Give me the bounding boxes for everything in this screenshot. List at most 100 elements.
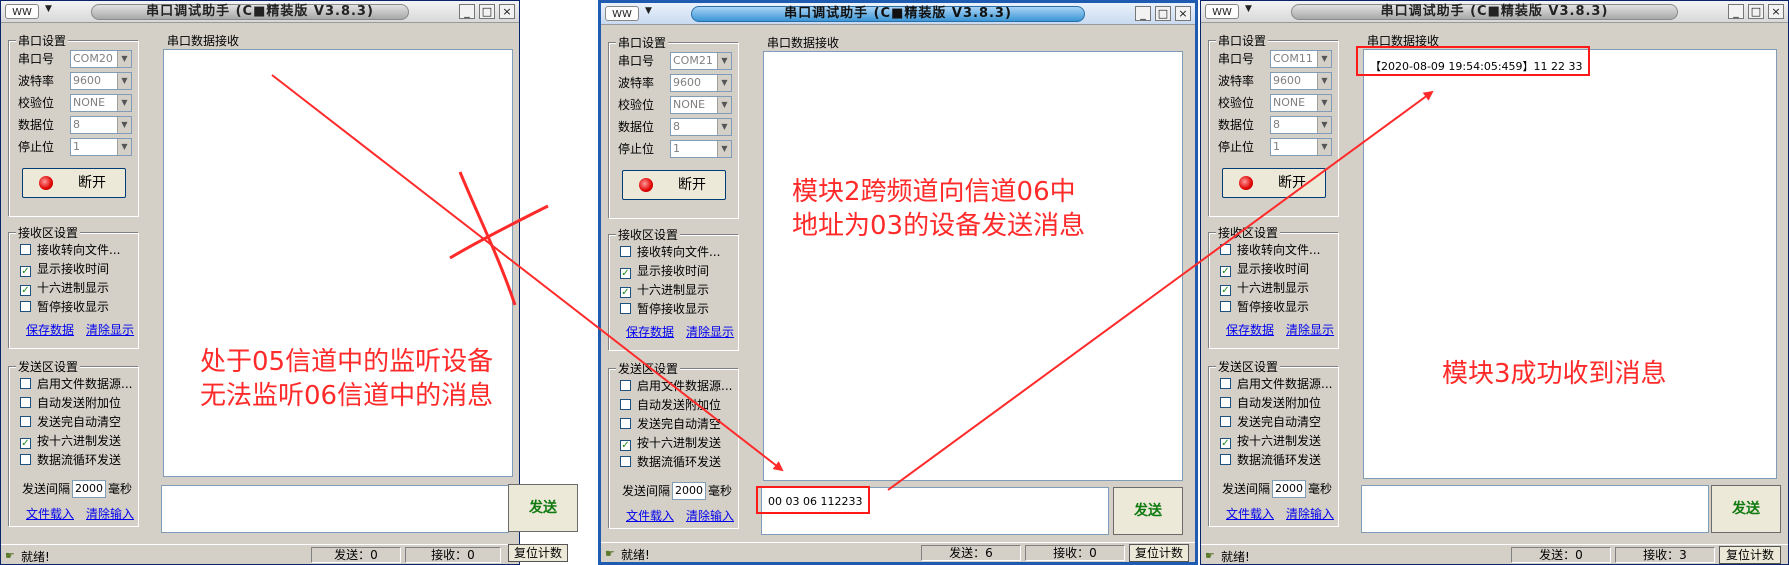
chevron-down-icon[interactable]: ▼ xyxy=(717,75,731,91)
disconnect-button[interactable]: 断开 xyxy=(622,170,726,200)
hex-display-checkbox[interactable]: ✓ 十六进制显示 xyxy=(20,280,109,296)
port-select[interactable]: COM11 ▼ xyxy=(1270,50,1332,68)
chevron-down-icon[interactable]: ▼ xyxy=(117,95,131,111)
auto-clear-checkbox[interactable]: 发送完自动清空 xyxy=(1220,414,1321,430)
clear-display-link[interactable]: 清除显示 xyxy=(86,322,134,338)
maximize-button[interactable]: □ xyxy=(1748,4,1764,19)
stopbits-select[interactable]: 1 ▼ xyxy=(70,138,132,156)
file-source-checkbox[interactable]: 启用文件数据源... xyxy=(620,378,732,394)
file-source-checkbox[interactable]: 启用文件数据源... xyxy=(20,376,132,392)
checkmark-icon[interactable]: ✓ xyxy=(1220,266,1231,277)
chevron-down-icon[interactable]: ▼ xyxy=(1317,51,1331,67)
clear-input-link[interactable]: 清除输入 xyxy=(1286,506,1334,522)
baud-select[interactable]: 9600 ▼ xyxy=(70,72,132,90)
auto-append-checkbox[interactable]: 自动发送附加位 xyxy=(20,395,121,411)
checkbox-box[interactable] xyxy=(1220,378,1231,389)
save-data-link[interactable]: 保存数据 xyxy=(1226,322,1274,338)
loop-send-checkbox[interactable]: 数据流循环发送 xyxy=(620,454,721,470)
save-data-link[interactable]: 保存数据 xyxy=(626,324,674,340)
chevron-down-icon[interactable]: ▼ xyxy=(717,141,731,157)
interval-input[interactable]: 2000 xyxy=(1272,480,1307,498)
port-select[interactable]: COM20 ▼ xyxy=(70,50,132,68)
auto-append-checkbox[interactable]: 自动发送附加位 xyxy=(1220,395,1321,411)
databits-select[interactable]: 8 ▼ xyxy=(70,116,132,134)
interval-input[interactable]: 2000 xyxy=(672,482,707,500)
chevron-down-icon[interactable]: ▼ xyxy=(717,53,731,69)
show-time-checkbox[interactable]: ✓ 显示接收时间 xyxy=(620,263,709,279)
checkmark-icon[interactable]: ✓ xyxy=(620,440,631,451)
checkbox-box[interactable] xyxy=(620,380,631,391)
show-time-checkbox[interactable]: ✓ 显示接收时间 xyxy=(20,261,109,277)
checkbox-box[interactable] xyxy=(20,397,31,408)
hex-display-checkbox[interactable]: ✓ 十六进制显示 xyxy=(1220,280,1309,296)
databits-select[interactable]: 8 ▼ xyxy=(670,118,732,136)
chevron-down-icon[interactable]: ▼ xyxy=(717,97,731,113)
auto-append-checkbox[interactable]: 自动发送附加位 xyxy=(620,397,721,413)
close-button[interactable]: × xyxy=(499,4,515,19)
chevron-down-icon[interactable]: ▼ xyxy=(117,73,131,89)
auto-clear-checkbox[interactable]: 发送完自动清空 xyxy=(20,414,121,430)
minimize-button[interactable]: _ xyxy=(1135,6,1151,21)
close-button[interactable]: × xyxy=(1175,6,1191,21)
hex-send-checkbox[interactable]: ✓ 按十六进制发送 xyxy=(20,433,121,449)
close-button[interactable]: × xyxy=(1768,4,1784,19)
send-button-1[interactable]: 发送 xyxy=(508,484,578,532)
checkbox-box[interactable] xyxy=(1220,454,1231,465)
pause-display-checkbox[interactable]: 暂停接收显示 xyxy=(620,301,709,317)
maximize-button[interactable]: □ xyxy=(1155,6,1171,21)
baud-select[interactable]: 9600 ▼ xyxy=(670,74,732,92)
send-input[interactable] xyxy=(1361,485,1709,533)
minimize-button[interactable]: _ xyxy=(459,4,475,19)
recv-to-file-checkbox[interactable]: 接收转向文件... xyxy=(620,244,720,260)
file-source-checkbox[interactable]: 启用文件数据源... xyxy=(1220,376,1332,392)
checkmark-icon[interactable]: ✓ xyxy=(20,438,31,449)
interval-input[interactable]: 2000 xyxy=(72,480,107,498)
checkbox-box[interactable] xyxy=(20,301,31,312)
parity-select[interactable]: NONE ▼ xyxy=(670,96,732,114)
checkmark-icon[interactable]: ✓ xyxy=(1220,285,1231,296)
checkbox-box[interactable] xyxy=(620,399,631,410)
clear-display-link[interactable]: 清除显示 xyxy=(686,324,734,340)
checkbox-box[interactable] xyxy=(1220,244,1231,255)
parity-select[interactable]: NONE ▼ xyxy=(70,94,132,112)
chevron-down-icon[interactable]: ▼ xyxy=(1317,95,1331,111)
file-load-link[interactable]: 文件载入 xyxy=(26,506,74,522)
checkbox-box[interactable] xyxy=(1220,301,1231,312)
chevron-down-icon[interactable]: ▼ xyxy=(117,139,131,155)
hex-send-checkbox[interactable]: ✓ 按十六进制发送 xyxy=(620,435,721,451)
hex-display-checkbox[interactable]: ✓ 十六进制显示 xyxy=(620,282,709,298)
baud-select[interactable]: 9600 ▼ xyxy=(1270,72,1332,90)
checkmark-icon[interactable]: ✓ xyxy=(20,285,31,296)
reset-counter-button[interactable]: 复位计数 xyxy=(1719,546,1781,564)
checkbox-box[interactable] xyxy=(20,416,31,427)
loop-send-checkbox[interactable]: 数据流循环发送 xyxy=(20,452,121,468)
file-load-link[interactable]: 文件载入 xyxy=(626,508,674,524)
chevron-down-icon[interactable]: ▼ xyxy=(717,119,731,135)
recv-to-file-checkbox[interactable]: 接收转向文件... xyxy=(20,242,120,258)
stopbits-select[interactable]: 1 ▼ xyxy=(670,140,732,158)
chevron-down-icon[interactable]: ▼ xyxy=(1317,139,1331,155)
checkmark-icon[interactable]: ✓ xyxy=(1220,438,1231,449)
stopbits-select[interactable]: 1 ▼ xyxy=(1270,138,1332,156)
chevron-down-icon[interactable]: ▼ xyxy=(1317,73,1331,89)
checkbox-box[interactable] xyxy=(620,418,631,429)
checkbox-box[interactable] xyxy=(620,246,631,257)
disconnect-button[interactable]: 断开 xyxy=(22,168,126,198)
recv-to-file-checkbox[interactable]: 接收转向文件... xyxy=(1220,242,1320,258)
reset-counter-button[interactable]: 复位计数 xyxy=(508,544,568,562)
clear-input-link[interactable]: 清除输入 xyxy=(86,506,134,522)
clear-input-link[interactable]: 清除输入 xyxy=(686,508,734,524)
reset-counter-button[interactable]: 复位计数 xyxy=(1129,544,1189,562)
parity-select[interactable]: NONE ▼ xyxy=(1270,94,1332,112)
minimize-button[interactable]: _ xyxy=(1728,4,1744,19)
clear-display-link[interactable]: 清除显示 xyxy=(1286,322,1334,338)
checkbox-box[interactable] xyxy=(1220,416,1231,427)
checkbox-box[interactable] xyxy=(20,244,31,255)
send-input[interactable] xyxy=(161,485,509,533)
chevron-down-icon[interactable]: ▼ xyxy=(117,51,131,67)
checkmark-icon[interactable]: ✓ xyxy=(20,266,31,277)
send-button[interactable]: 发送 xyxy=(1711,485,1781,533)
databits-select[interactable]: 8 ▼ xyxy=(1270,116,1332,134)
pause-display-checkbox[interactable]: 暂停接收显示 xyxy=(1220,299,1309,315)
checkmark-icon[interactable]: ✓ xyxy=(620,287,631,298)
